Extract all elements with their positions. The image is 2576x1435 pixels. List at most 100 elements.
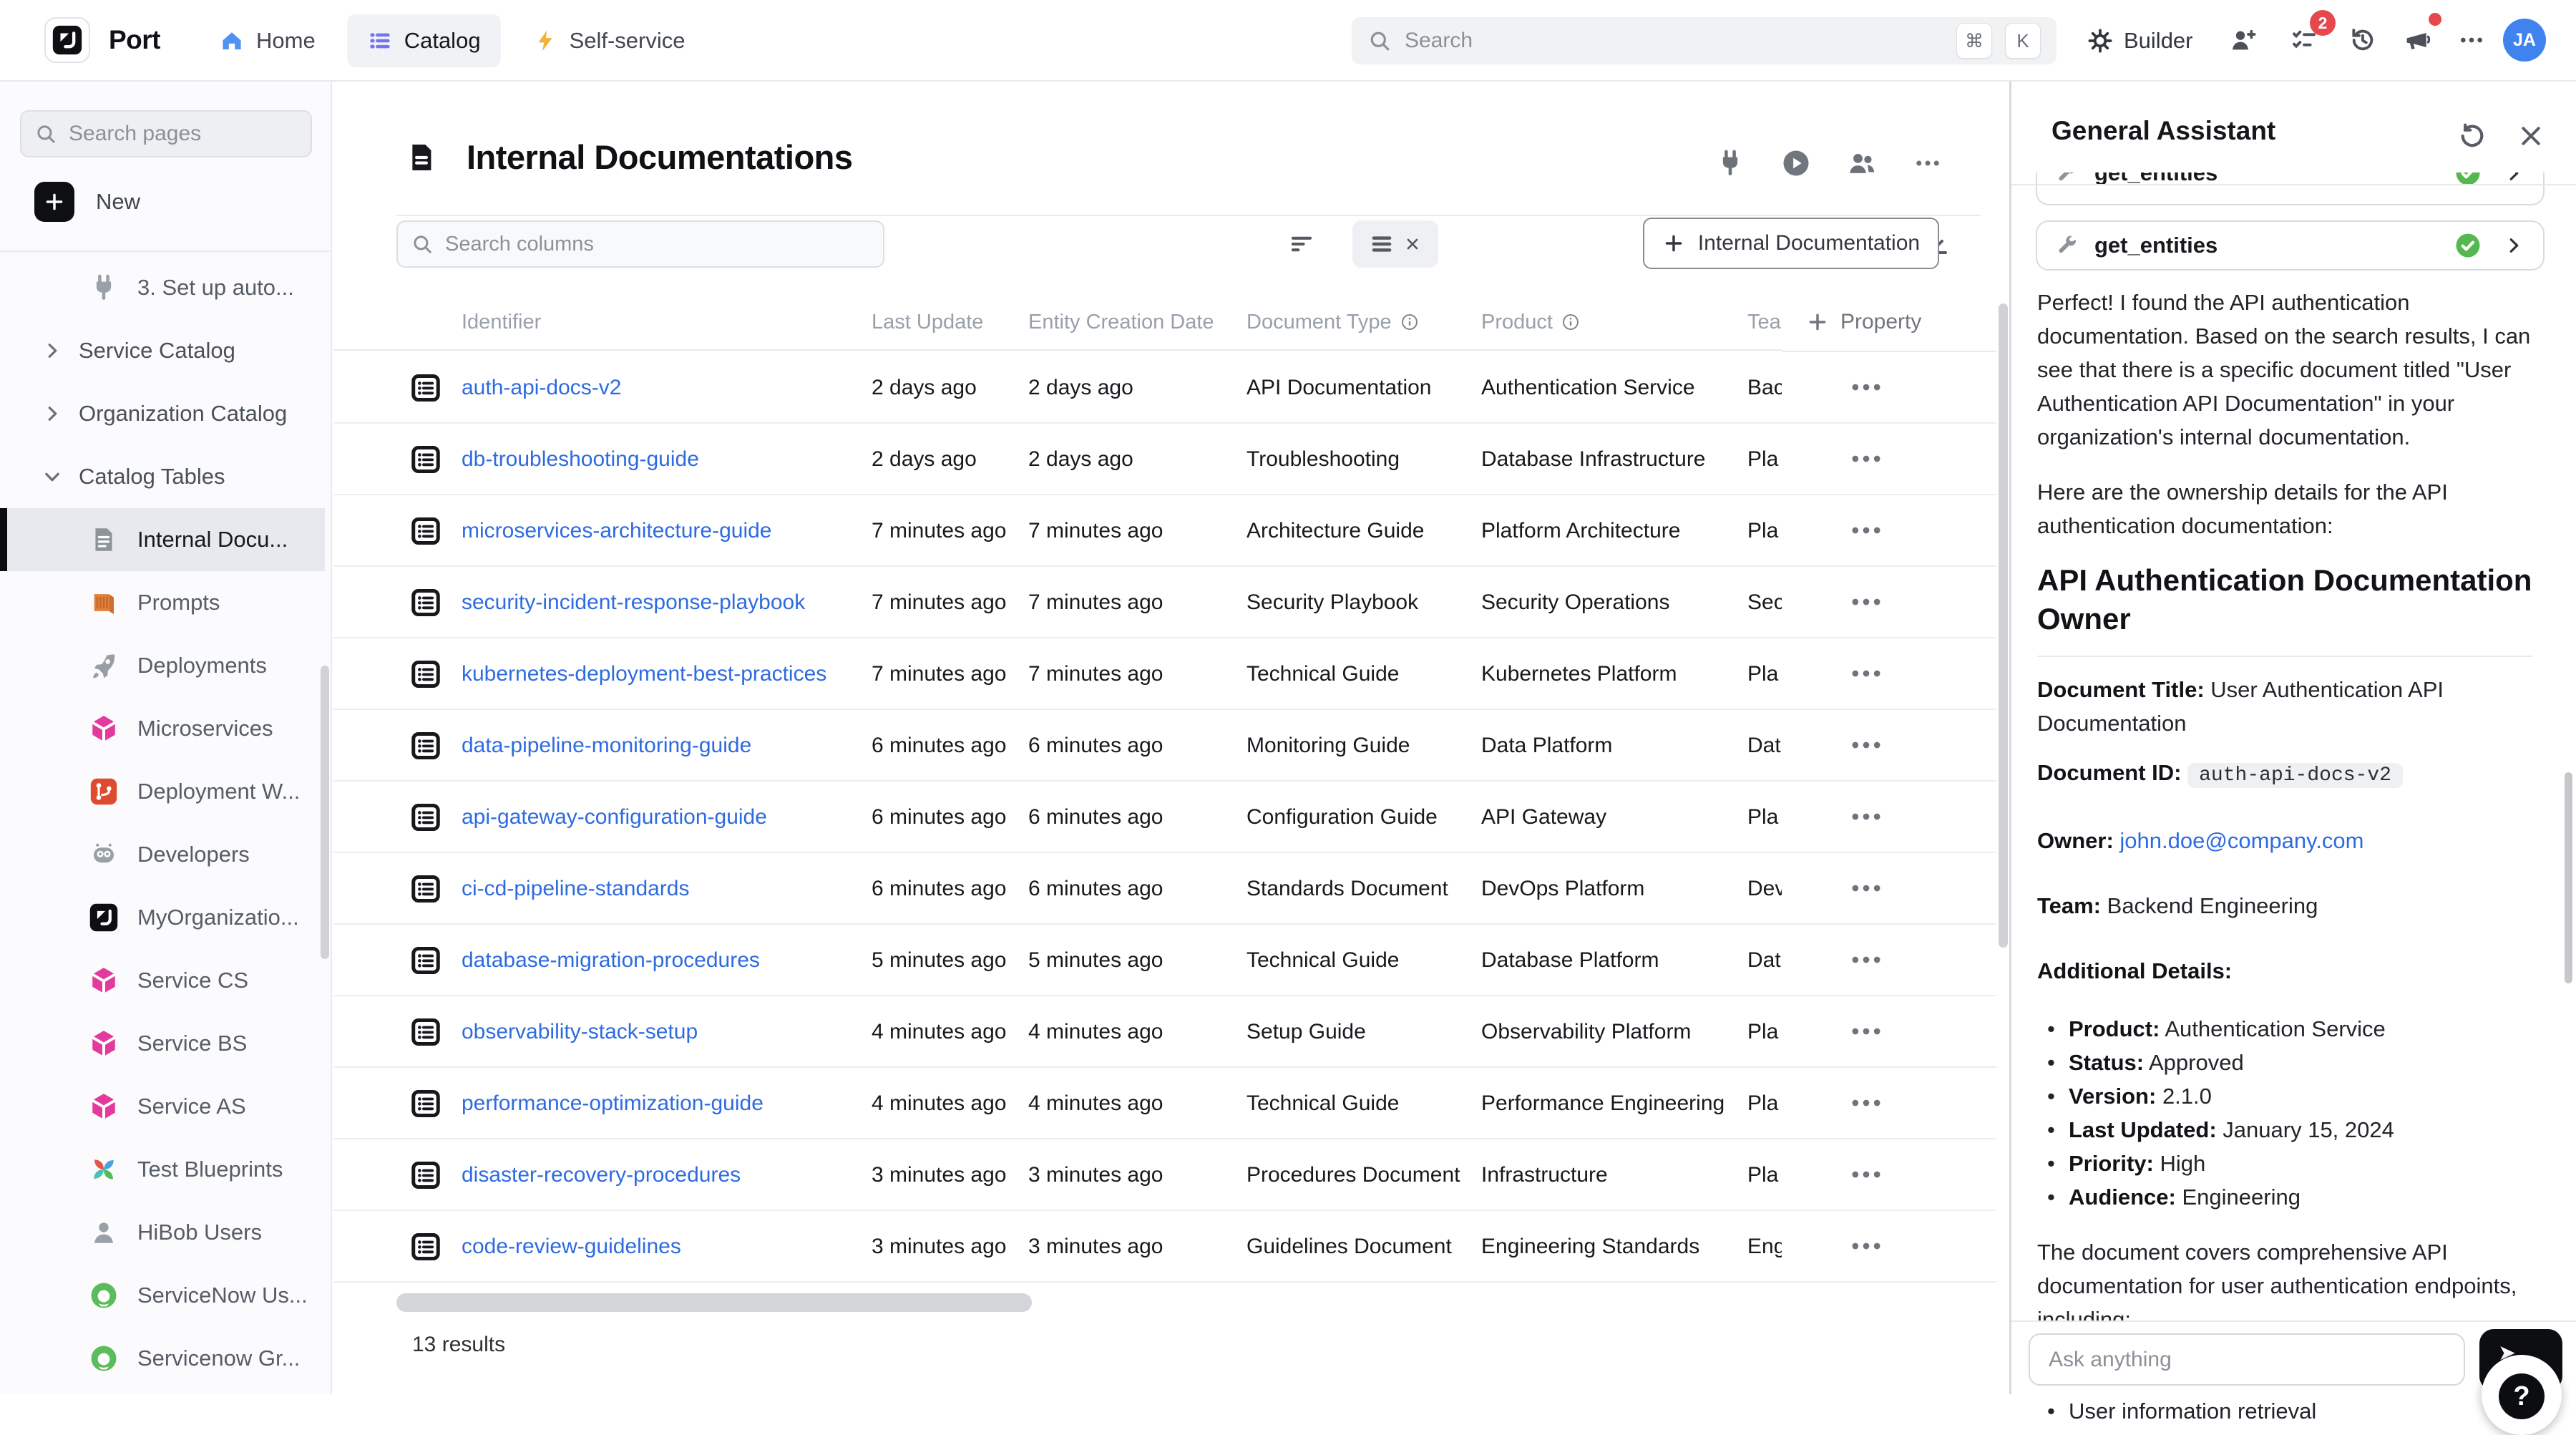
table-row[interactable]: api-gateway-configuration-guide 6 minute… [333, 782, 1996, 853]
row-more-button[interactable] [1848, 1084, 1885, 1122]
new-button[interactable]: New [34, 173, 140, 230]
page-more-button[interactable] [1912, 147, 1943, 179]
row-identifier-link[interactable]: microservices-architecture-guide [462, 495, 771, 567]
row-more-button[interactable] [1848, 655, 1885, 692]
filter-button[interactable] [1279, 222, 1324, 266]
row-more-button[interactable] [1848, 369, 1885, 406]
builder-button[interactable]: Builder [2087, 16, 2193, 66]
table-row[interactable]: disaster-recovery-procedures 3 minutes a… [333, 1139, 1996, 1211]
row-identifier-link[interactable]: observability-stack-setup [462, 996, 698, 1068]
row-more-button[interactable] [1848, 1013, 1885, 1050]
row-identifier-link[interactable]: database-migration-procedures [462, 925, 760, 996]
global-search[interactable]: ⌘ K [1352, 17, 2057, 64]
invite-user-button[interactable] [2222, 19, 2265, 62]
row-identifier-link[interactable]: api-gateway-configuration-guide [462, 782, 767, 853]
ask-input[interactable] [2029, 1333, 2465, 1386]
global-search-input[interactable] [1405, 29, 1943, 53]
row-more-button[interactable] [1848, 440, 1885, 477]
sidebar-item-service-bs[interactable]: Service BS [0, 1012, 325, 1075]
brand[interactable]: Port [44, 17, 160, 63]
table-vertical-scrollbar[interactable] [1999, 303, 2008, 948]
table-row[interactable]: code-review-guidelines 3 minutes ago 3 m… [333, 1211, 1996, 1283]
row-identifier-link[interactable]: data-pipeline-monitoring-guide [462, 710, 751, 782]
row-identifier-link[interactable]: ci-cd-pipeline-standards [462, 853, 690, 925]
sidebar-group-organization-catalog[interactable]: Organization Catalog [0, 382, 325, 445]
owner-email-link[interactable]: john.doe@company.com [2119, 828, 2363, 853]
sidebar-item-internal-docs[interactable]: Internal Docu... [0, 508, 325, 571]
col-product[interactable]: Product [1481, 293, 1580, 351]
table-row[interactable]: security-incident-response-playbook 7 mi… [333, 567, 1996, 638]
add-property-button[interactable]: Property [1782, 293, 1996, 352]
assistant-scrollbar[interactable] [2565, 772, 2572, 983]
permissions-button[interactable] [1846, 147, 1878, 179]
table-row[interactable]: observability-stack-setup 4 minutes ago … [333, 996, 1996, 1068]
data-sources-button[interactable] [1714, 147, 1746, 179]
group-by-toggle[interactable] [1352, 220, 1438, 268]
assistant-close-button[interactable] [2514, 119, 2548, 153]
row-more-button[interactable] [1848, 583, 1885, 621]
announcements-button[interactable] [2396, 19, 2439, 62]
sidebar-search[interactable] [20, 110, 312, 157]
more-button[interactable] [2450, 19, 2493, 62]
tool-chip-partial[interactable]: get_entities [2036, 172, 2545, 184]
row-more-button[interactable] [1848, 941, 1885, 978]
table-row[interactable]: database-migration-procedures 5 minutes … [333, 925, 1996, 996]
row-more-button[interactable] [1848, 870, 1885, 907]
row-more-button[interactable] [1848, 512, 1885, 549]
sidebar-item-service-cs[interactable]: Service CS [0, 949, 325, 1012]
avatar[interactable]: JA [2503, 19, 2546, 62]
nav-home[interactable]: Home [199, 14, 336, 67]
col-identifier[interactable]: Identifier [462, 293, 541, 351]
search-columns[interactable] [396, 220, 884, 268]
row-more-button[interactable] [1848, 1227, 1885, 1265]
row-identifier-link[interactable]: disaster-recovery-procedures [462, 1139, 741, 1211]
col-last-update[interactable]: Last Update [872, 293, 983, 351]
row-identifier-link[interactable]: kubernetes-deployment-best-practices [462, 638, 826, 710]
row-identifier-link[interactable]: security-incident-response-playbook [462, 567, 805, 638]
sidebar-item-test-blueprints[interactable]: Test Blueprints [0, 1138, 325, 1201]
table-row[interactable]: ci-cd-pipeline-standards 6 minutes ago 6… [333, 853, 1996, 925]
sidebar-group-service-catalog[interactable]: Service Catalog [0, 319, 325, 382]
history-button[interactable] [2341, 19, 2384, 62]
row-identifier-link[interactable]: code-review-guidelines [462, 1211, 681, 1283]
col-creation-date[interactable]: Entity Creation Date [1028, 293, 1214, 351]
sidebar-item-servicenow-users[interactable]: ServiceNow Us... [0, 1264, 325, 1327]
sidebar-item-hibob-users[interactable]: HiBob Users [0, 1201, 325, 1264]
table-row[interactable]: microservices-architecture-guide 7 minut… [333, 495, 1996, 567]
table-row[interactable]: performance-optimization-guide 4 minutes… [333, 1068, 1996, 1139]
col-team[interactable]: Tea [1747, 293, 1783, 351]
row-more-button[interactable] [1848, 726, 1885, 764]
sidebar-scrollbar[interactable] [321, 666, 329, 959]
help-bubble[interactable]: ? [2482, 1355, 2562, 1435]
row-more-button[interactable] [1848, 1156, 1885, 1193]
sidebar-group-catalog-tables[interactable]: Catalog Tables [0, 445, 325, 508]
sidebar-item-setup-auto[interactable]: 3. Set up auto... [0, 256, 325, 319]
row-identifier-link[interactable]: auth-api-docs-v2 [462, 352, 621, 424]
table-row[interactable]: data-pipeline-monitoring-guide 6 minutes… [333, 710, 1996, 782]
row-identifier-link[interactable]: performance-optimization-guide [462, 1068, 763, 1139]
table-row[interactable]: auth-api-docs-v2 2 days ago 2 days ago A… [333, 352, 1996, 424]
tasks-button[interactable]: 2 [2283, 19, 2326, 62]
table-row[interactable]: kubernetes-deployment-best-practices 7 m… [333, 638, 1996, 710]
sidebar-item-prompts[interactable]: Prompts [0, 571, 325, 634]
col-document-type[interactable]: Document Type [1246, 293, 1419, 351]
sidebar-item-my-organization[interactable]: MyOrganizatio... [0, 886, 325, 949]
tour-button[interactable] [1780, 147, 1812, 179]
row-more-button[interactable] [1848, 798, 1885, 835]
sidebar-item-deployment-workflows[interactable]: Deployment W... [0, 760, 325, 823]
nav-catalog[interactable]: Catalog [347, 14, 501, 67]
sidebar-item-service-as[interactable]: Service AS [0, 1075, 325, 1138]
search-columns-input[interactable] [445, 233, 870, 256]
sidebar-item-microservices[interactable]: Microservices [0, 697, 325, 760]
nav-self-service[interactable]: Self-service [512, 14, 706, 67]
table-horizontal-scrollbar[interactable] [396, 1293, 1032, 1312]
table-row[interactable]: db-troubleshooting-guide 2 days ago 2 da… [333, 424, 1996, 495]
assistant-reset-button[interactable] [2455, 119, 2489, 153]
row-identifier-link[interactable]: db-troubleshooting-guide [462, 424, 699, 495]
sidebar-item-developers[interactable]: Developers [0, 823, 325, 886]
sidebar-item-servicenow-groups[interactable]: Servicenow Gr... [0, 1327, 325, 1390]
add-entity-button[interactable]: Internal Documentation [1643, 218, 1939, 269]
sidebar-search-input[interactable] [69, 122, 298, 146]
tool-chip[interactable]: get_entities [2036, 220, 2545, 271]
sidebar-item-deployments[interactable]: Deployments [0, 634, 325, 697]
